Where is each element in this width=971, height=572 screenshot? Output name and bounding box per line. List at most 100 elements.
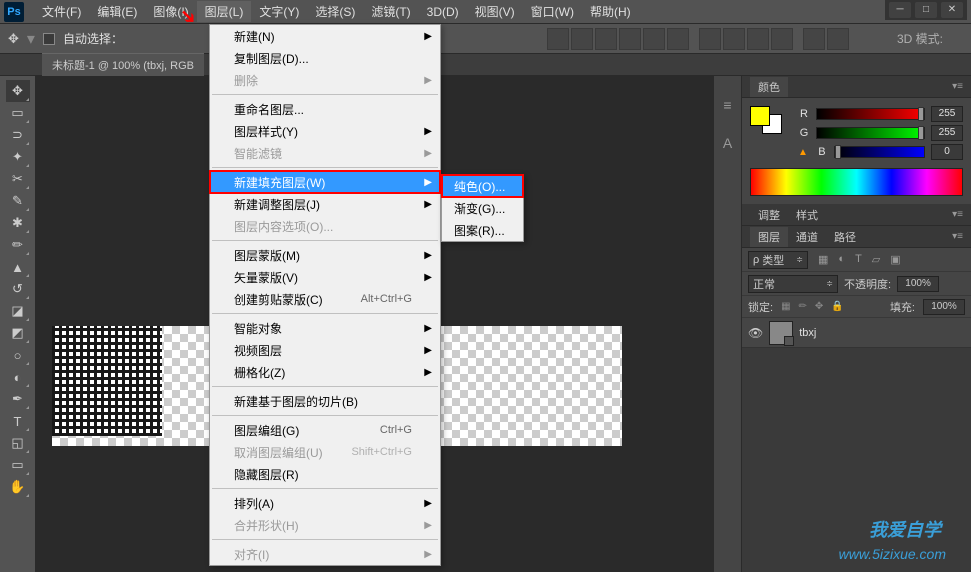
- menu-help[interactable]: 帮助(H): [582, 1, 639, 22]
- color-tab[interactable]: 颜色: [750, 77, 788, 97]
- filter-type-icon[interactable]: T: [855, 253, 862, 266]
- lock-position-icon[interactable]: ✥: [815, 301, 823, 312]
- menu-select[interactable]: 选择(S): [307, 1, 363, 22]
- crop-tool[interactable]: ✂: [6, 168, 30, 190]
- menu-item[interactable]: 新建基于图层的切片(B): [210, 390, 440, 412]
- marquee-tool[interactable]: ▭: [6, 102, 30, 124]
- visibility-icon[interactable]: 👁: [748, 326, 763, 340]
- character-icon[interactable]: A: [719, 134, 737, 152]
- menu-item[interactable]: 排列(A)▶: [210, 492, 440, 514]
- eraser-tool[interactable]: ◪: [6, 300, 30, 322]
- align-icon[interactable]: [643, 28, 665, 50]
- blur-tool[interactable]: ○: [6, 344, 30, 366]
- menu-item[interactable]: 创建剪贴蒙版(C)Alt+Ctrl+G: [210, 288, 440, 310]
- foreground-swatch[interactable]: [750, 106, 770, 126]
- dodge-tool[interactable]: ◐: [6, 366, 30, 388]
- align-icon[interactable]: [547, 28, 569, 50]
- move-tool[interactable]: ✥: [6, 80, 30, 102]
- menu-filter[interactable]: 滤镜(T): [363, 1, 418, 22]
- history-brush-tool[interactable]: ↺: [6, 278, 30, 300]
- submenu-item[interactable]: 图案(R)...: [442, 219, 523, 241]
- menu-item[interactable]: 重命名图层...: [210, 98, 440, 120]
- type-tool[interactable]: T: [6, 410, 30, 432]
- menu-layer[interactable]: 图层(L): [197, 1, 252, 22]
- history-icon[interactable]: ≡: [719, 96, 737, 114]
- pen-tool[interactable]: ✒: [6, 388, 30, 410]
- distribute-icon[interactable]: [747, 28, 769, 50]
- menu-item[interactable]: 视频图层▶: [210, 339, 440, 361]
- autoselect-checkbox[interactable]: [43, 33, 55, 45]
- distribute-icon[interactable]: [699, 28, 721, 50]
- menu-3d[interactable]: 3D(D): [419, 3, 467, 21]
- g-slider[interactable]: [816, 127, 925, 139]
- layer-row[interactable]: 👁 tbxj: [742, 318, 971, 348]
- adjust-tab[interactable]: 调整: [750, 205, 788, 225]
- menu-item[interactable]: 新建调整图层(J)▶: [210, 193, 440, 215]
- submenu-item[interactable]: 渐变(G)...: [442, 197, 523, 219]
- channels-tab[interactable]: 通道: [788, 227, 826, 247]
- menu-item[interactable]: 复制图层(D)...: [210, 47, 440, 69]
- menu-item[interactable]: 图层编组(G)Ctrl+G: [210, 419, 440, 441]
- blend-mode-select[interactable]: 正常≑: [748, 275, 838, 293]
- filter-kind-select[interactable]: ρ 类型 ≑: [748, 251, 808, 269]
- minimize-button[interactable]: ─: [889, 2, 911, 18]
- align-icon[interactable]: [619, 28, 641, 50]
- fill-input[interactable]: 100%: [923, 299, 965, 315]
- healing-tool[interactable]: ✱: [6, 212, 30, 234]
- b-slider[interactable]: [834, 146, 925, 158]
- close-button[interactable]: ✕: [941, 2, 963, 18]
- lock-all-icon[interactable]: 🔒: [831, 301, 843, 312]
- distribute-icon[interactable]: [771, 28, 793, 50]
- maximize-button[interactable]: □: [915, 2, 937, 18]
- brush-tool[interactable]: ✏: [6, 234, 30, 256]
- stamp-tool[interactable]: ▲: [6, 256, 30, 278]
- path-select-tool[interactable]: ◱: [6, 432, 30, 454]
- wand-tool[interactable]: ✦: [6, 146, 30, 168]
- gradient-tool[interactable]: ◩: [6, 322, 30, 344]
- filter-pixel-icon[interactable]: ▦: [818, 253, 828, 266]
- layers-tab[interactable]: 图层: [750, 227, 788, 247]
- hand-tool[interactable]: ✋: [6, 476, 30, 498]
- b-value[interactable]: 0: [931, 144, 963, 160]
- filter-shape-icon[interactable]: ▱: [872, 253, 880, 266]
- opacity-input[interactable]: 100%: [897, 276, 939, 292]
- menu-image[interactable]: 图像(I): [145, 1, 196, 22]
- menu-item[interactable]: 隐藏图层(R): [210, 463, 440, 485]
- align-icon[interactable]: [667, 28, 689, 50]
- menu-item[interactable]: 图层蒙版(M)▶: [210, 244, 440, 266]
- menu-view[interactable]: 视图(V): [467, 1, 523, 22]
- menu-item[interactable]: 新建(N)▶: [210, 25, 440, 47]
- filter-smart-icon[interactable]: ▣: [890, 253, 900, 266]
- menu-item[interactable]: 新建填充图层(W)▶: [210, 171, 440, 193]
- g-value[interactable]: 255: [931, 125, 963, 141]
- panel-menu-icon[interactable]: ▾≡: [952, 209, 963, 220]
- menu-window[interactable]: 窗口(W): [523, 1, 582, 22]
- panel-menu-icon[interactable]: ▾≡: [952, 231, 963, 242]
- lock-pixels-icon[interactable]: ✏: [799, 301, 807, 312]
- layer-thumbnail[interactable]: [769, 321, 793, 345]
- align-icon[interactable]: [571, 28, 593, 50]
- document-tab[interactable]: 未标题-1 @ 100% (tbxj, RGB: [42, 53, 204, 76]
- menu-item[interactable]: 栅格化(Z)▶: [210, 361, 440, 383]
- panel-menu-icon[interactable]: ▾≡: [952, 81, 963, 92]
- menu-item[interactable]: 矢量蒙版(V)▶: [210, 266, 440, 288]
- distribute-icon[interactable]: [723, 28, 745, 50]
- distribute-icon[interactable]: [827, 28, 849, 50]
- eyedropper-tool[interactable]: ✎: [6, 190, 30, 212]
- menu-item[interactable]: 智能对象▶: [210, 317, 440, 339]
- spectrum-picker[interactable]: [750, 168, 963, 196]
- layer-name-label[interactable]: tbxj: [799, 327, 816, 339]
- menu-file[interactable]: 文件(F): [34, 1, 89, 22]
- distribute-icon[interactable]: [803, 28, 825, 50]
- r-value[interactable]: 255: [931, 106, 963, 122]
- r-slider[interactable]: [816, 108, 925, 120]
- align-icon[interactable]: [595, 28, 617, 50]
- menu-edit[interactable]: 编辑(E): [89, 1, 145, 22]
- lasso-tool[interactable]: ⊃: [6, 124, 30, 146]
- style-tab[interactable]: 样式: [788, 205, 826, 225]
- menu-item[interactable]: 图层样式(Y)▶: [210, 120, 440, 142]
- shape-tool[interactable]: ▭: [6, 454, 30, 476]
- paths-tab[interactable]: 路径: [826, 227, 864, 247]
- submenu-item[interactable]: 纯色(O)...: [442, 175, 523, 197]
- filter-adjust-icon[interactable]: ◐: [838, 253, 845, 266]
